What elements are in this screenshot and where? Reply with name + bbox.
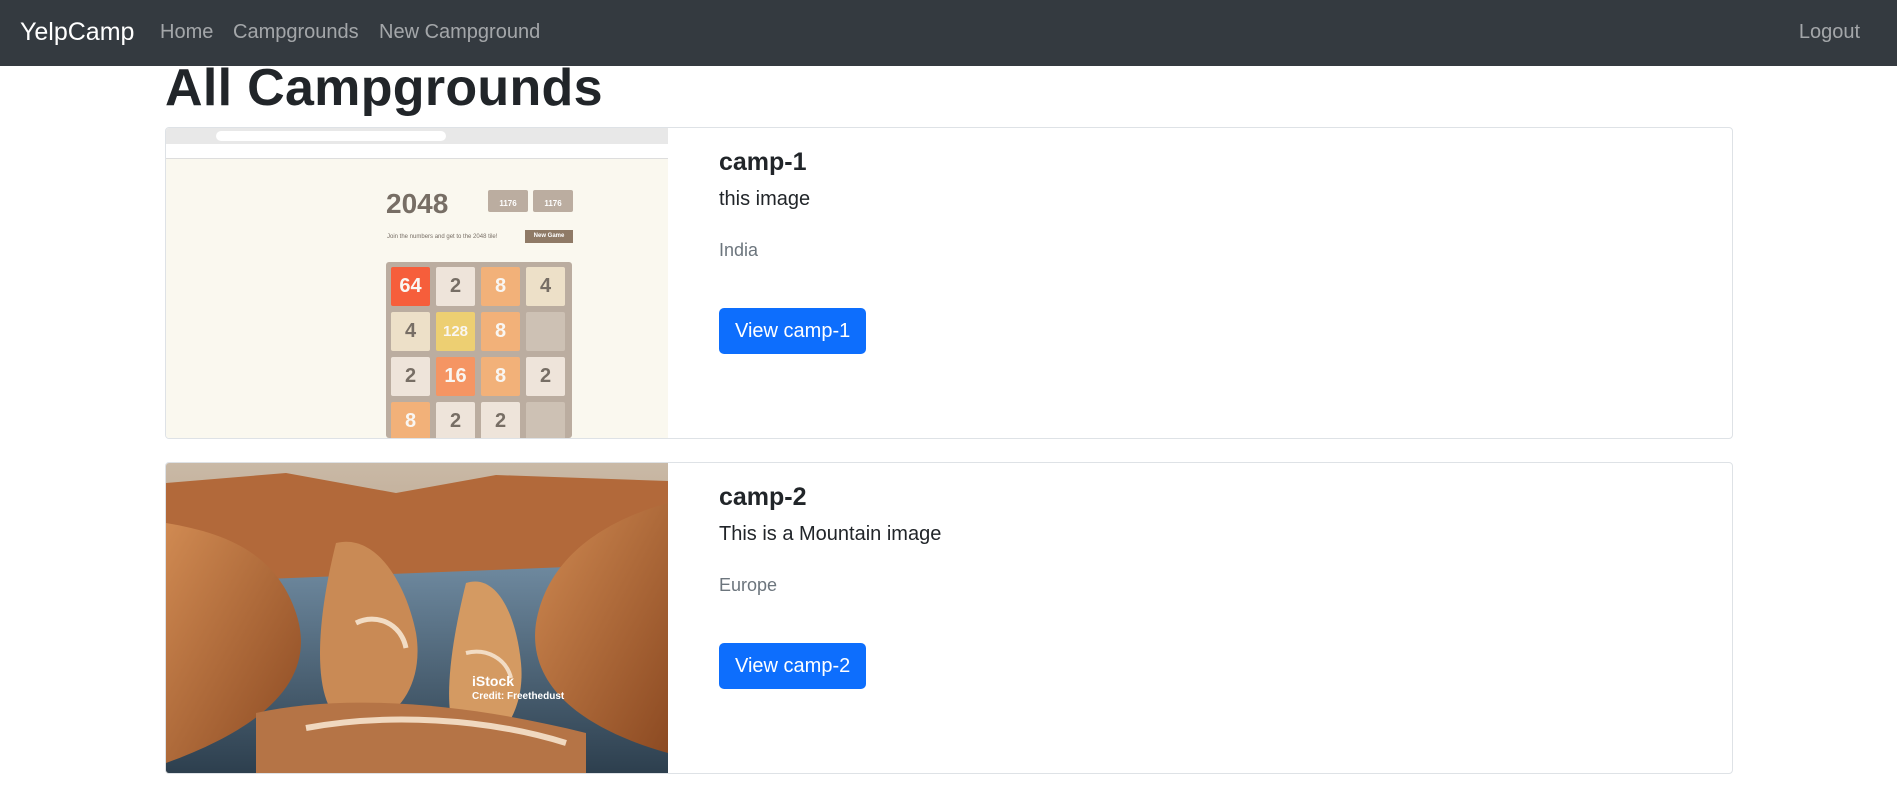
game-tile: 8 bbox=[481, 267, 520, 306]
campground-image: iStock Credit: Freethedust bbox=[166, 463, 668, 773]
game-tile: 128 bbox=[436, 312, 475, 351]
campground-card: 2048 1176 1176 Join the numbers and get … bbox=[165, 127, 1733, 439]
navbar: YelpCamp Home Campgrounds New Campground… bbox=[0, 0, 1897, 66]
card-location: India bbox=[719, 240, 759, 260]
card-description: This is a Mountain image bbox=[719, 523, 942, 545]
best-score-box: 1176 bbox=[533, 190, 573, 212]
game-subtitle: Join the numbers and get to the 2048 til… bbox=[387, 234, 498, 240]
nav-new-campground-link[interactable]: New Campground bbox=[379, 21, 540, 44]
brand-link[interactable]: YelpCamp bbox=[20, 18, 134, 47]
canyon-photo bbox=[166, 463, 668, 773]
page-title: All Campgrounds bbox=[165, 59, 603, 117]
logout-link[interactable]: Logout bbox=[1799, 21, 1860, 44]
new-game-button: New Game bbox=[525, 230, 573, 243]
game-tile bbox=[526, 312, 565, 351]
score-box: 1176 bbox=[488, 190, 528, 212]
nav-home-link[interactable]: Home bbox=[160, 21, 213, 44]
game-tile: 8 bbox=[391, 402, 430, 438]
game-tile: 16 bbox=[436, 357, 475, 396]
card-location: Europe bbox=[719, 575, 778, 595]
address-bar bbox=[216, 131, 446, 141]
game-tile: 2 bbox=[526, 357, 565, 396]
card-description: this image bbox=[719, 188, 811, 210]
image-credit: Credit: Freethedust bbox=[472, 691, 565, 702]
game-board: 64 2 8 4 4 128 8 2 16 8 2 8 2 2 bbox=[386, 262, 572, 438]
game-tile: 2 bbox=[391, 357, 430, 396]
game-tile bbox=[526, 402, 565, 438]
nav-campgrounds-link[interactable]: Campgrounds bbox=[233, 21, 359, 44]
campground-image: 2048 1176 1176 Join the numbers and get … bbox=[166, 128, 668, 438]
game-tile: 2 bbox=[436, 402, 475, 438]
score-value: 1176 bbox=[499, 199, 517, 208]
bookmarks-bar bbox=[166, 144, 668, 159]
game-tile: 64 bbox=[391, 267, 430, 306]
best-value: 1176 bbox=[544, 199, 562, 208]
view-campground-button[interactable]: View camp-2 bbox=[719, 643, 867, 689]
view-campground-button[interactable]: View camp-1 bbox=[719, 308, 867, 354]
card-title: camp-2 bbox=[719, 483, 807, 511]
game-tile: 8 bbox=[481, 357, 520, 396]
game-tile: 4 bbox=[391, 312, 430, 351]
browser-urlbar bbox=[166, 128, 668, 144]
game-tile: 8 bbox=[481, 312, 520, 351]
card-title: camp-1 bbox=[719, 148, 807, 176]
campground-card: iStock Credit: Freethedust camp-2 This i… bbox=[165, 462, 1733, 774]
watermark: iStock bbox=[472, 673, 515, 689]
game-tile: 2 bbox=[436, 267, 475, 306]
game-tile: 4 bbox=[526, 267, 565, 306]
game-title: 2048 bbox=[386, 188, 449, 219]
game-tile: 2 bbox=[481, 402, 520, 438]
